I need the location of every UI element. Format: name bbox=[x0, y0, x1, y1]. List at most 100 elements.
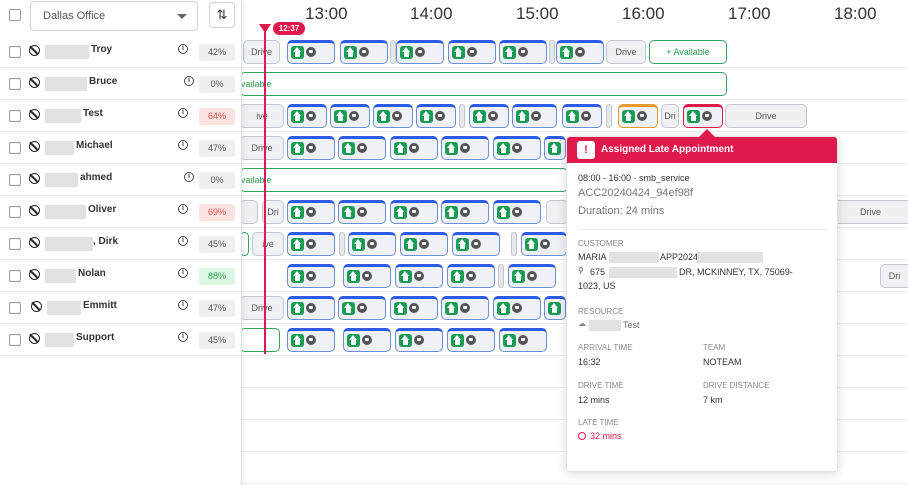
appointment-block[interactable] bbox=[390, 296, 438, 320]
resource-row[interactable]: Oliver i 69% bbox=[0, 196, 242, 228]
appointment-block[interactable] bbox=[499, 40, 547, 64]
drive-block[interactable]: Dri bbox=[880, 264, 908, 288]
appointment-block[interactable] bbox=[338, 200, 386, 224]
appointment-block[interactable] bbox=[493, 296, 541, 320]
resource-checkbox[interactable] bbox=[9, 142, 21, 154]
resource-checkbox[interactable] bbox=[9, 334, 21, 346]
appointment-block[interactable] bbox=[338, 296, 386, 320]
resource-checkbox[interactable] bbox=[9, 238, 21, 250]
resource-row[interactable]: Emmitt i 47% bbox=[0, 292, 242, 324]
appointment-block[interactable] bbox=[287, 296, 335, 320]
available-slot[interactable]: + Available bbox=[649, 40, 727, 64]
appointment-block[interactable] bbox=[562, 104, 602, 128]
resource-row[interactable]: Test i 64% bbox=[0, 100, 242, 132]
resource-row[interactable]: Troy i 42% bbox=[0, 36, 242, 68]
appointment-block[interactable] bbox=[469, 104, 509, 128]
appointment-block[interactable] bbox=[521, 232, 567, 256]
appointment-id[interactable]: ACC20240424_94ef98f bbox=[578, 187, 693, 199]
appointment-block[interactable] bbox=[447, 264, 495, 288]
appointment-block[interactable] bbox=[441, 136, 489, 160]
resource-row[interactable]: , Dirk i 45% bbox=[0, 228, 242, 260]
sort-button[interactable]: ⇅ bbox=[209, 2, 235, 28]
info-icon[interactable]: i bbox=[178, 44, 188, 54]
appointment-block[interactable] bbox=[416, 104, 456, 128]
appointment-block[interactable] bbox=[544, 136, 566, 160]
appointment-block[interactable] bbox=[343, 328, 391, 352]
resource-checkbox[interactable] bbox=[9, 110, 21, 122]
resource-row[interactable]: Nolan i 88% bbox=[0, 260, 242, 292]
gap-block[interactable] bbox=[511, 232, 517, 256]
appointment-block[interactable] bbox=[448, 40, 496, 64]
appointment-block[interactable] bbox=[441, 200, 489, 224]
info-icon[interactable]: i bbox=[184, 76, 194, 86]
appointment-block[interactable] bbox=[348, 232, 396, 256]
appointment-block[interactable] bbox=[395, 328, 443, 352]
appointment-block[interactable] bbox=[287, 328, 335, 352]
drive-block[interactable]: Drive bbox=[606, 40, 646, 64]
available-slot[interactable]: vailable bbox=[240, 168, 568, 192]
appointment-block[interactable] bbox=[287, 200, 335, 224]
drive-block[interactable]: ive bbox=[252, 232, 284, 256]
appointment-block[interactable] bbox=[441, 296, 489, 320]
appointment-block[interactable] bbox=[400, 232, 448, 256]
appointment-block[interactable] bbox=[343, 264, 391, 288]
drive-block[interactable]: Drive bbox=[725, 104, 807, 128]
resource-checkbox[interactable] bbox=[9, 270, 21, 282]
appointment-block[interactable] bbox=[447, 328, 495, 352]
appointment-block[interactable] bbox=[508, 264, 556, 288]
drive-block[interactable]: Drive bbox=[240, 296, 284, 320]
appointment-block[interactable] bbox=[287, 104, 327, 128]
info-icon[interactable]: i bbox=[178, 332, 188, 342]
resource-checkbox[interactable] bbox=[9, 206, 21, 218]
resource-checkbox[interactable] bbox=[9, 78, 21, 90]
appointment-block[interactable] bbox=[395, 264, 443, 288]
appointment-block[interactable] bbox=[556, 40, 604, 64]
appointment-block[interactable] bbox=[493, 136, 541, 160]
appointment-block[interactable] bbox=[452, 232, 500, 256]
resource-row[interactable]: ahmed i 0% bbox=[0, 164, 242, 196]
drive-block[interactable]: Drive bbox=[243, 40, 280, 64]
office-select[interactable]: Dallas Office bbox=[30, 1, 198, 31]
info-icon[interactable]: i bbox=[178, 236, 188, 246]
gap-block[interactable] bbox=[339, 232, 345, 256]
appointment-block[interactable] bbox=[499, 328, 547, 352]
appointment-block[interactable] bbox=[340, 40, 388, 64]
info-icon[interactable]: i bbox=[178, 140, 188, 150]
appointment-block[interactable] bbox=[338, 136, 386, 160]
appointment-block[interactable] bbox=[287, 40, 335, 64]
drive-block[interactable]: ive bbox=[240, 104, 284, 128]
gap-block[interactable] bbox=[498, 264, 504, 288]
appointment-block[interactable] bbox=[618, 104, 658, 128]
resource-row[interactable]: Support i 45% bbox=[0, 324, 242, 356]
resource-checkbox[interactable] bbox=[9, 174, 21, 186]
appointment-block[interactable] bbox=[330, 104, 370, 128]
resource-row[interactable]: Bruce i 0% bbox=[0, 68, 242, 100]
appointment-block[interactable] bbox=[544, 296, 566, 320]
late-appointment-block[interactable] bbox=[683, 104, 723, 128]
appointment-block[interactable] bbox=[287, 136, 335, 160]
drive-block[interactable]: Drive bbox=[240, 136, 284, 160]
info-icon[interactable]: i bbox=[178, 108, 188, 118]
available-slot[interactable]: vailable bbox=[240, 72, 727, 96]
resource-checkbox[interactable] bbox=[9, 302, 21, 314]
appointment-block[interactable] bbox=[287, 232, 335, 256]
gap-block[interactable] bbox=[459, 104, 465, 128]
gap-block[interactable] bbox=[606, 104, 612, 128]
drive-block[interactable] bbox=[240, 200, 258, 224]
select-all-checkbox[interactable] bbox=[9, 9, 21, 21]
drive-block[interactable]: Dri bbox=[661, 104, 679, 128]
appointment-block[interactable] bbox=[390, 200, 438, 224]
appointment-block[interactable] bbox=[373, 104, 413, 128]
appointment-block[interactable] bbox=[512, 104, 557, 128]
gap-block[interactable] bbox=[549, 40, 555, 64]
info-icon[interactable]: i bbox=[178, 300, 188, 310]
available-slot[interactable] bbox=[240, 328, 280, 352]
appointment-block[interactable] bbox=[390, 136, 438, 160]
info-icon[interactable]: i bbox=[184, 172, 194, 182]
drive-block[interactable] bbox=[546, 200, 568, 224]
info-icon[interactable]: i bbox=[178, 268, 188, 278]
appointment-block[interactable] bbox=[287, 264, 335, 288]
info-icon[interactable]: i bbox=[178, 204, 188, 214]
resource-checkbox[interactable] bbox=[9, 46, 21, 58]
appointment-block[interactable] bbox=[396, 40, 444, 64]
